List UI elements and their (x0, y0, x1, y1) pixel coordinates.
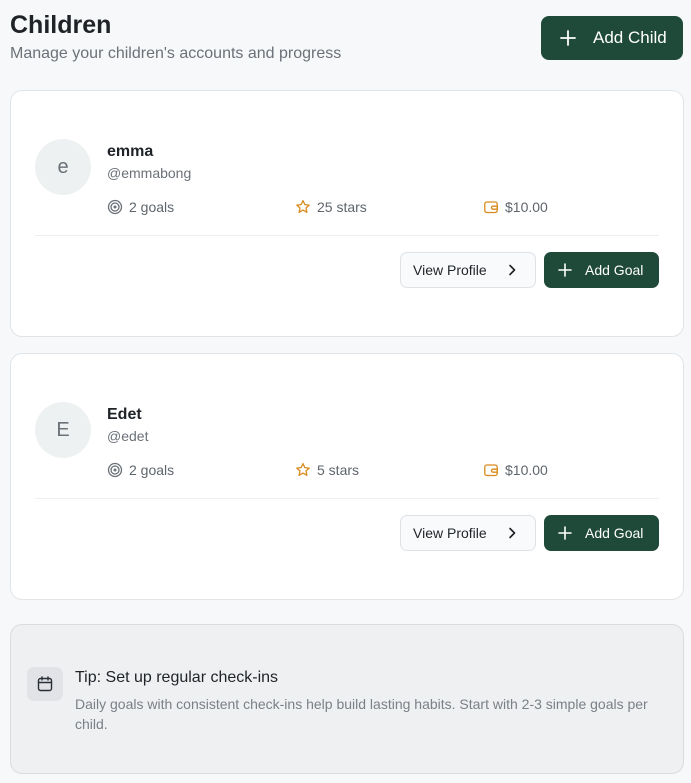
child-name: Edet (107, 406, 142, 423)
stars-count: 25 stars (317, 199, 367, 215)
tip-card: Tip: Set up regular check-ins Daily goal… (10, 624, 684, 774)
page-subtitle: Manage your children's accounts and prog… (10, 45, 342, 62)
balance-amount: $10.00 (505, 462, 548, 478)
wallet-icon (484, 464, 498, 477)
plus-icon (558, 263, 572, 277)
child-handle: @edet (107, 428, 149, 444)
child-card: E Edet @edet 2 goals 5 stars $10.00 View… (10, 353, 684, 600)
target-icon (107, 199, 123, 215)
add-goal-button[interactable]: Add Goal (544, 252, 659, 288)
stars-count: 5 stars (317, 462, 360, 478)
view-profile-button[interactable]: View Profile (400, 515, 536, 551)
tip-icon-badge (27, 667, 63, 701)
child-handle: @emmabong (107, 165, 192, 181)
star-icon (296, 199, 310, 213)
add-goal-label: Add Goal (585, 525, 644, 541)
add-child-label: Add Child (593, 28, 667, 47)
goals-count: 2 goals (129, 199, 175, 215)
avatar: e (35, 139, 91, 195)
goals-stat: 2 goals (107, 462, 174, 478)
stars-stat: 5 stars (295, 462, 359, 478)
calendar-icon (37, 676, 53, 692)
page-title: Children (10, 11, 112, 39)
add-goal-label: Add Goal (585, 262, 644, 278)
divider (35, 235, 659, 236)
child-card: e emma @emmabong 2 goals 25 stars $10.00… (10, 90, 684, 337)
stars-stat: 25 stars (295, 199, 367, 215)
balance-stat: $10.00 (483, 462, 548, 478)
chevron-right-icon (509, 264, 516, 276)
children-page: Children Manage your children's accounts… (0, 0, 691, 783)
view-profile-label: View Profile (413, 262, 487, 278)
wallet-icon (484, 201, 498, 214)
child-name: emma (107, 143, 154, 160)
add-goal-button[interactable]: Add Goal (544, 515, 659, 551)
page-header: Children Manage your children's accounts… (10, 10, 683, 70)
tip-text: Daily goals with consistent check-ins he… (75, 696, 648, 732)
goals-stat: 2 goals (107, 199, 174, 215)
avatar: E (35, 402, 91, 458)
goals-count: 2 goals (129, 462, 175, 478)
balance-stat: $10.00 (483, 199, 548, 215)
balance-amount: $10.00 (505, 199, 548, 215)
chevron-right-icon (509, 527, 516, 539)
view-profile-label: View Profile (413, 525, 487, 541)
target-icon (107, 462, 123, 478)
star-icon (296, 462, 310, 476)
tip-title: Tip: Set up regular check-ins (75, 669, 279, 686)
view-profile-button[interactable]: View Profile (400, 252, 536, 288)
plus-icon (560, 30, 576, 46)
add-child-button[interactable]: Add Child (541, 16, 683, 60)
plus-icon (558, 526, 572, 540)
divider (35, 498, 659, 499)
